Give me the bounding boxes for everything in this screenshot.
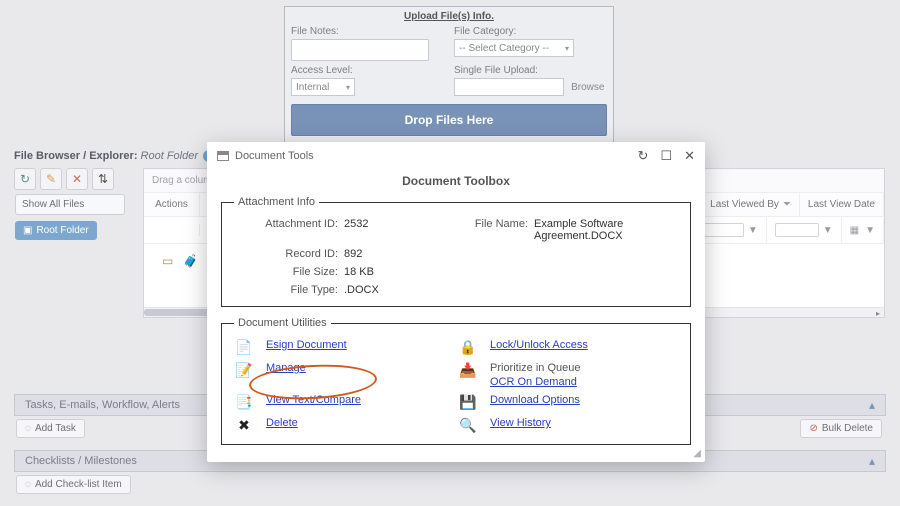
download-options-link[interactable]: Download Options — [490, 394, 580, 406]
collapse-icon[interactable]: ▴ — [869, 398, 875, 412]
document-utilities-fieldset: Document Utilities 📄 Esign Document 🔒 Lo… — [221, 317, 691, 445]
modal-title: Document Tools — [235, 150, 314, 162]
show-all-files[interactable]: Show All Files — [15, 194, 125, 215]
filter-input[interactable] — [775, 223, 819, 237]
fb-header-root: Root Folder — [141, 150, 198, 162]
browse-button[interactable]: Browse — [571, 82, 604, 93]
refresh-button[interactable]: ↻ — [14, 168, 36, 190]
manage-icon: 📝 — [234, 362, 254, 379]
plus-icon: ◌ — [25, 479, 31, 490]
file-category-select[interactable]: -- Select Category -- ▾ — [454, 39, 574, 57]
add-task-button[interactable]: ◌ Add Task — [16, 419, 85, 438]
plus-icon: ◌ — [25, 423, 31, 434]
history-icon: 🔍 — [458, 417, 478, 434]
prioritize-label: Prioritize in Queue — [490, 362, 678, 374]
briefcase-icon[interactable]: 🧳 — [183, 254, 198, 268]
chevron-down-icon: ▾ — [565, 44, 569, 53]
lock-icon: 🔒 — [458, 339, 478, 356]
funnel-icon[interactable]: ▼ — [748, 225, 758, 236]
file-size-value: 18 KB — [344, 266, 454, 278]
root-folder-label: Root Folder — [36, 225, 88, 236]
access-level-label: Access Level: — [291, 65, 444, 76]
file-type-label: File Type: — [234, 284, 344, 296]
filter-icon[interactable]: ⏷ — [783, 199, 791, 210]
delete-link[interactable]: Delete — [266, 417, 298, 429]
col-actions: Actions — [144, 193, 200, 216]
file-type-value: .DOCX — [344, 284, 454, 296]
edit-button[interactable]: ✎ — [40, 168, 62, 190]
fb-header-prefix: File Browser / Explorer: — [14, 150, 141, 162]
tasks-title: Tasks, E-mails, Workflow, Alerts — [25, 399, 180, 411]
resize-handle[interactable]: ◢ — [693, 448, 701, 459]
record-id-label: Record ID: — [234, 248, 344, 260]
modal-heading: Document Toolbox — [221, 174, 691, 188]
ocr-on-demand-link[interactable]: OCR On Demand — [490, 376, 678, 388]
screen-icon[interactable]: ▭ — [162, 254, 173, 268]
funnel-icon[interactable]: ▼ — [823, 225, 833, 236]
sort-button[interactable]: ⇅ — [92, 168, 114, 190]
refresh-icon[interactable]: ↻ — [638, 148, 649, 164]
delete-button[interactable]: ✕ — [66, 168, 88, 190]
access-level-select[interactable]: Internal ▾ — [291, 78, 355, 96]
scroll-right-icon[interactable]: ▸ — [872, 308, 884, 318]
window-icon — [217, 151, 229, 161]
drop-files-zone[interactable]: Drop Files Here — [291, 104, 607, 136]
chevron-down-icon: ▾ — [346, 83, 350, 92]
document-tools-modal: Document Tools ↻ ☐ ✕ Document Toolbox At… — [207, 142, 705, 462]
access-level-value: Internal — [296, 82, 329, 93]
single-file-label: Single File Upload: — [454, 65, 607, 76]
upload-title: Upload File(s) Info. — [291, 11, 607, 22]
maximize-icon[interactable]: ☐ — [660, 148, 672, 164]
file-category-placeholder: -- Select Category -- — [459, 43, 549, 54]
modal-titlebar[interactable]: Document Tools ↻ ☐ ✕ — [207, 142, 705, 170]
filter-input[interactable] — [700, 223, 744, 237]
checklists-title: Checklists / Milestones — [25, 455, 137, 467]
file-category-label: File Category: — [454, 26, 607, 37]
attachment-id-label: Attachment ID: — [234, 218, 344, 242]
download-icon: 💾 — [458, 394, 478, 411]
esign-icon: 📄 — [234, 339, 254, 356]
delete-icon: ⊘ — [809, 423, 817, 434]
file-notes-input[interactable] — [291, 39, 429, 61]
view-text-compare-link[interactable]: View Text/Compare — [266, 394, 361, 406]
add-checklist-item-button[interactable]: ◌ Add Check-list Item — [16, 475, 131, 494]
file-tree-panel: Show All Files ▣ Root Folder — [15, 194, 125, 240]
delete-x-icon: ✖ — [234, 417, 254, 434]
lock-unlock-link[interactable]: Lock/Unlock Access — [490, 339, 588, 351]
attachment-info-legend: Attachment Info — [234, 196, 319, 208]
collapse-icon[interactable]: ▴ — [869, 454, 875, 468]
root-folder-chip[interactable]: ▣ Root Folder — [15, 221, 97, 240]
folder-icon: ▣ — [23, 225, 32, 236]
queue-icon: 📥 — [458, 362, 478, 379]
close-icon[interactable]: ✕ — [684, 148, 695, 164]
view-history-link[interactable]: View History — [490, 417, 551, 429]
col-last-view-date[interactable]: Last View Date — [800, 193, 884, 216]
calendar-icon[interactable]: ▦ — [850, 225, 859, 236]
file-notes-label: File Notes: — [291, 26, 444, 37]
attachment-id-value: 2532 — [344, 218, 454, 242]
upload-panel: Upload File(s) Info. File Notes: File Ca… — [284, 6, 614, 143]
attachment-info-fieldset: Attachment Info Attachment ID: 2532 File… — [221, 196, 691, 307]
file-name-label: File Name: — [454, 218, 534, 242]
file-browser-header: File Browser / Explorer: Root Folder — [14, 150, 201, 162]
funnel-icon[interactable]: ▼ — [865, 225, 875, 236]
manage-link[interactable]: Manage — [266, 362, 306, 374]
bulk-delete-button[interactable]: ⊘ Bulk Delete — [800, 419, 882, 438]
single-file-input[interactable] — [454, 78, 564, 96]
file-size-label: File Size: — [234, 266, 344, 278]
document-utilities-legend: Document Utilities — [234, 317, 331, 329]
esign-document-link[interactable]: Esign Document — [266, 339, 347, 351]
col-last-viewed-by[interactable]: Last Viewed By ⏷ — [702, 193, 800, 216]
record-id-value: 892 — [344, 248, 454, 260]
pages-icon: 📑 — [234, 394, 254, 411]
file-name-value: Example Software Agreement.DOCX — [534, 218, 678, 242]
